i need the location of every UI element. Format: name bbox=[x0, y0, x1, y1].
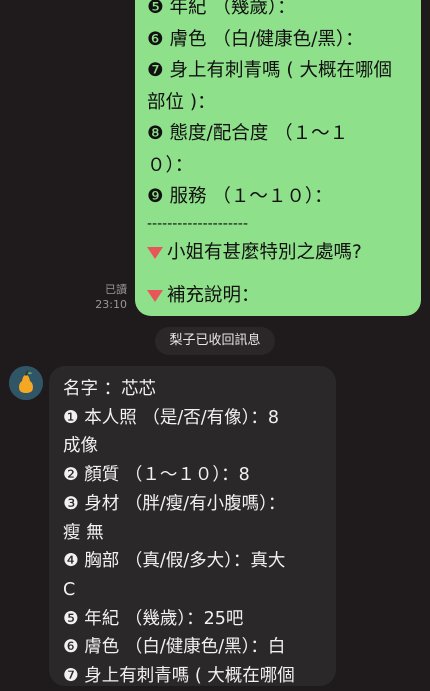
incoming-message-bubble[interactable]: 名字 ：芯芯 ❶ 本人照 （是/否/有像）：8 成像 ❷ 顏質 （１～１０）：8… bbox=[49, 366, 336, 686]
message-line: ❹ 胸部 （真/假/多大）：真大 bbox=[63, 551, 286, 572]
extra-label: 補充說明： bbox=[167, 285, 260, 306]
message-line: ❼ 身上有刺青嗎 ( 大概在哪個 bbox=[63, 666, 295, 687]
pear-avatar-icon bbox=[9, 366, 43, 400]
message-line: ❻ 膚色 （白/健康色/黑）：白 bbox=[63, 637, 286, 658]
read-receipt: 已讀 bbox=[105, 283, 127, 296]
message-line: ❺ 年紀 （幾歲）： bbox=[147, 0, 296, 18]
red-triangle-icon bbox=[147, 290, 163, 302]
system-message: 梨子已收回訊息 bbox=[155, 327, 275, 355]
timestamp: 23:10 bbox=[95, 298, 127, 311]
avatar[interactable] bbox=[9, 366, 43, 400]
message-line-special: 小姐有甚麼特別之處嗎? bbox=[147, 237, 407, 269]
message-line-extra: 補充說明： bbox=[147, 280, 407, 312]
message-line: ❶ 本人照 （是/否/有像）：8 bbox=[63, 407, 279, 428]
message-line: 部位 )： bbox=[147, 91, 216, 113]
message-line: ❽ 態度/配合度 （１～１ bbox=[147, 123, 349, 144]
message-line: 成像 bbox=[63, 436, 98, 457]
message-line: ❺ 年紀 （幾歲）：25吧 bbox=[63, 608, 244, 629]
message-line: 名字 ：芯芯 bbox=[63, 379, 157, 399]
message-line: ❻ 膚色 （白/健康色/黑）： bbox=[147, 28, 364, 50]
message-meta: 已讀 23:10 bbox=[95, 282, 127, 312]
red-triangle-icon bbox=[147, 246, 163, 259]
message-line: ❷ 顏質 （１～１０）：8 bbox=[63, 465, 250, 486]
divider-line: -------------------- bbox=[147, 215, 249, 232]
message-line: ❸ 身材 （胖/瘦/有小腹嗎）： bbox=[63, 493, 286, 514]
message-line: C bbox=[63, 579, 76, 600]
message-line: ❼ 身上有刺青嗎 ( 大概在哪個 bbox=[147, 60, 392, 81]
message-line: ０）： bbox=[147, 154, 194, 176]
outgoing-message-bubble[interactable]: ❺ 年紀 （幾歲）： ❻ 膚色 （白/健康色/黑）： ❼ 身上有刺青嗎 ( 大概… bbox=[135, 0, 421, 316]
special-label: 小姐有甚麼特別之處嗎? bbox=[167, 241, 362, 263]
message-line: 瘦 無 bbox=[63, 522, 104, 543]
chat-thread: ❺ 年紀 （幾歲）： ❻ 膚色 （白/健康色/黑）： ❼ 身上有刺青嗎 ( 大概… bbox=[0, 0, 430, 686]
message-line: ❾ 服務 （１～１０）： bbox=[147, 186, 333, 207]
